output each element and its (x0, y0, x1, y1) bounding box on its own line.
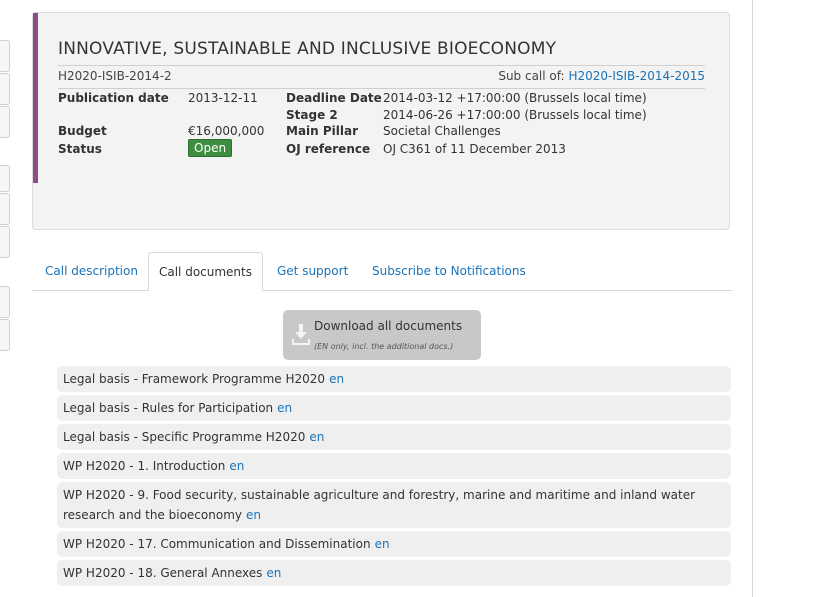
document-link-en[interactable]: en (277, 401, 292, 415)
call-identifier: H2020-ISIB-2014-2 (58, 69, 172, 83)
download-all-label: Download all documents (314, 319, 463, 333)
download-all-note: (EN only, incl. the additional docs.) (314, 342, 454, 351)
document-item: WP H2020 - 1. Introduction en (57, 453, 731, 479)
download-all-button[interactable]: Download all documents (EN only, incl. t… (283, 310, 481, 360)
document-link-en[interactable]: en (375, 537, 390, 551)
main-pillar-label: Main Pillar (286, 124, 359, 138)
tab-bar: Call description Call documents Get supp… (32, 252, 732, 291)
document-title: WP H2020 - 17. Communication and Dissemi… (63, 537, 371, 551)
documents-list: Legal basis - Framework Programme H2020 e… (57, 366, 731, 589)
subcall-link[interactable]: H2020-ISIB-2014-2015 (568, 69, 705, 83)
status-badge: Open (188, 139, 233, 157)
left-sidebar-button[interactable] (0, 319, 10, 351)
deadline-label: Deadline Date (286, 91, 382, 105)
main-pillar-value: Societal Challenges (383, 124, 501, 138)
document-link-en[interactable]: en (309, 430, 324, 444)
stage2-value: 2014-06-26 +17:00:00 (Brussels local tim… (383, 108, 647, 122)
document-item: Legal basis - Framework Programme H2020 e… (57, 366, 731, 392)
document-link-en[interactable]: en (229, 459, 244, 473)
stage2-label: Stage 2 (286, 108, 338, 122)
left-sidebar-button[interactable] (0, 193, 10, 225)
tab-call-documents[interactable]: Call documents (148, 252, 263, 291)
document-item: WP H2020 - 17. Communication and Dissemi… (57, 531, 731, 557)
budget-value: €16,000,000 (188, 124, 265, 138)
left-sidebar-button[interactable] (0, 73, 10, 105)
download-icon (292, 324, 310, 345)
publication-date-label: Publication date (58, 91, 169, 105)
accent-bar (33, 13, 38, 183)
tab-subscribe-notifications[interactable]: Subscribe to Notifications (372, 252, 526, 290)
document-title: Legal basis - Rules for Participation (63, 401, 274, 415)
document-item: Legal basis - Rules for Participation en (57, 395, 731, 421)
document-title: WP H2020 - 18. General Annexes (63, 566, 263, 580)
document-title: Legal basis - Specific Programme H2020 (63, 430, 306, 444)
status-label: Status (58, 142, 102, 156)
oj-reference-label: OJ reference (286, 142, 371, 156)
document-title: Legal basis - Framework Programme H2020 (63, 372, 326, 386)
left-sidebar-button[interactable] (0, 165, 10, 192)
tab-get-support[interactable]: Get support (277, 252, 348, 290)
content-divider (752, 0, 753, 597)
tab-call-description[interactable]: Call description (45, 252, 138, 290)
subcall-info: Sub call of: H2020-ISIB-2014-2015 (498, 69, 705, 83)
document-item: Legal basis - Specific Programme H2020 en (57, 424, 731, 450)
left-sidebar-button[interactable] (0, 226, 10, 258)
document-link-en[interactable]: en (266, 566, 281, 580)
divider (58, 65, 705, 66)
document-link-en[interactable]: en (246, 508, 261, 522)
document-link-en[interactable]: en (329, 372, 344, 386)
divider (58, 88, 705, 89)
subcall-label: Sub call of: (498, 69, 565, 83)
oj-reference-link[interactable]: OJ C361 of 11 December 2013 (383, 142, 566, 156)
document-title: WP H2020 - 1. Introduction (63, 459, 226, 473)
document-title: WP H2020 - 9. Food security, sustainable… (63, 488, 696, 522)
left-sidebar-button[interactable] (0, 106, 10, 138)
call-title: INNOVATIVE, SUSTAINABLE AND INCLUSIVE BI… (58, 39, 557, 59)
deadline-value: 2014-03-12 +17:00:00 (Brussels local tim… (383, 91, 647, 105)
publication-date-value: 2013-12-11 (188, 91, 258, 105)
document-item: WP H2020 - 9. Food security, sustainable… (57, 482, 731, 528)
left-sidebar-button[interactable] (0, 40, 10, 72)
call-header-panel: INNOVATIVE, SUSTAINABLE AND INCLUSIVE BI… (32, 12, 730, 230)
budget-label: Budget (58, 124, 107, 138)
left-sidebar-button[interactable] (0, 286, 10, 318)
document-item: WP H2020 - 18. General Annexes en (57, 560, 731, 586)
